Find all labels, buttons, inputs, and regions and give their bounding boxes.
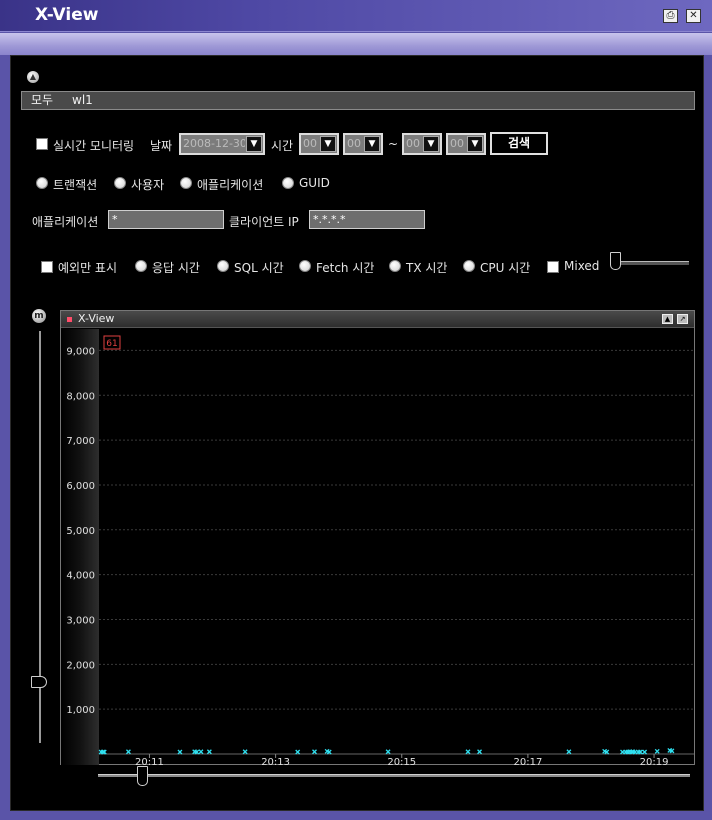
from-hour-value: 00 xyxy=(303,137,317,150)
client-ip-label: 클라이언트 IP xyxy=(229,215,299,229)
radio-cpu-time[interactable] xyxy=(463,260,475,272)
threshold-slider-handle[interactable] xyxy=(610,252,621,270)
radio-user[interactable] xyxy=(114,177,126,189)
m-button[interactable]: m xyxy=(32,309,46,323)
y-tick-label: 7,000 xyxy=(66,436,95,447)
x-tick-label: 20:19 xyxy=(640,757,669,765)
chart-panel: X-View ▲ ↗ 1,000 2,000 3,000 4,000 5,000 6,00… xyxy=(60,310,695,765)
time-slider-handle[interactable] xyxy=(137,766,148,786)
range-separator: ~ xyxy=(388,137,399,151)
header-band xyxy=(0,33,712,55)
y-tick-label: 6,000 xyxy=(66,481,95,492)
date-value: 2008-12-30 xyxy=(183,137,245,150)
data-point[interactable] xyxy=(295,749,301,755)
x-tick-label: 20:15 xyxy=(387,757,416,765)
radio-sql-time[interactable] xyxy=(217,260,229,272)
radio-fetch-time[interactable] xyxy=(299,260,311,272)
application-input[interactable]: * xyxy=(108,210,224,229)
data-point[interactable] xyxy=(312,749,317,755)
radio-sql-time-label: SQL 시간 xyxy=(234,261,284,275)
to-hour-value: 00 xyxy=(406,137,420,150)
data-point[interactable] xyxy=(477,749,483,755)
radio-user-label: 사용자 xyxy=(131,178,165,192)
y-tick-label: 8,000 xyxy=(66,391,95,402)
chart-header: X-View ▲ ↗ xyxy=(61,311,694,328)
radio-response-time[interactable] xyxy=(135,260,147,272)
data-point[interactable] xyxy=(654,748,660,754)
realtime-label: 실시간 모니터링 xyxy=(53,139,135,153)
chevron-down-icon[interactable]: ▼ xyxy=(467,136,483,152)
window-title: X-View xyxy=(35,5,99,25)
mixed-label: Mixed xyxy=(564,259,600,273)
from-minute-select[interactable]: 00 ▼ xyxy=(343,133,383,155)
y-tick-label: 9,000 xyxy=(66,346,95,357)
y-tick-label: 3,000 xyxy=(66,615,95,626)
application-label: 애플리케이션 xyxy=(32,215,99,229)
maximize-icon[interactable]: ▲ xyxy=(662,314,673,324)
data-point[interactable] xyxy=(465,749,471,755)
close-icon[interactable]: ✕ xyxy=(686,9,701,23)
date-picker[interactable]: 2008-12-30 ▼ xyxy=(179,133,265,155)
x-tick-label: 20:11 xyxy=(135,757,164,765)
popout-icon[interactable]: ↗ xyxy=(677,314,688,324)
radio-application[interactable] xyxy=(180,177,192,189)
exception-only-checkbox[interactable] xyxy=(41,261,53,273)
radio-fetch-time-label: Fetch 시간 xyxy=(316,261,375,275)
search-button[interactable]: 검색 xyxy=(490,132,548,155)
radio-tx-time-label: TX 시간 xyxy=(406,261,448,275)
chevron-down-icon[interactable]: ▼ xyxy=(320,136,336,152)
data-point[interactable] xyxy=(206,749,212,755)
radio-guid-label: GUID xyxy=(299,176,330,190)
scatter-chart: 1,000 2,000 3,000 4,000 5,000 6,000 7,000 8,000… xyxy=(66,335,694,765)
radio-guid[interactable] xyxy=(282,177,294,189)
data-point[interactable] xyxy=(642,749,648,755)
radio-response-time-label: 응답 시간 xyxy=(152,261,200,275)
title-bar: X-View ⎙ ✕ xyxy=(0,0,712,32)
server-label: wl1 xyxy=(72,93,93,107)
y-tick-label: 1,000 xyxy=(66,705,95,716)
realtime-checkbox[interactable] xyxy=(36,138,48,150)
chevron-down-icon[interactable]: ▼ xyxy=(246,136,262,152)
chevron-down-icon[interactable]: ▼ xyxy=(423,136,439,152)
chart-status-icon xyxy=(67,317,72,322)
scope-label: 모두 xyxy=(31,93,54,107)
exception-only-label: 예외만 표시 xyxy=(58,261,118,275)
data-point[interactable] xyxy=(198,749,204,755)
radio-application-label: 애플리케이션 xyxy=(197,178,264,192)
y-tick-label: 2,000 xyxy=(66,660,95,671)
to-hour-select[interactable]: 00 ▼ xyxy=(402,133,442,155)
y-tick-label: 4,000 xyxy=(66,571,95,582)
radio-tx-time[interactable] xyxy=(389,260,401,272)
y-tick-label: 5,000 xyxy=(66,526,95,537)
x-tick-label: 20:17 xyxy=(513,757,542,765)
mixed-checkbox[interactable] xyxy=(547,261,559,273)
radio-cpu-time-label: CPU 시간 xyxy=(480,261,531,275)
radio-transaction[interactable] xyxy=(36,177,48,189)
from-hour-select[interactable]: 00 ▼ xyxy=(299,133,339,155)
chart-title: X-View xyxy=(78,312,115,325)
time-slider-track[interactable] xyxy=(98,774,690,777)
vertical-slider-handle[interactable] xyxy=(31,676,47,688)
time-label: 시간 xyxy=(271,139,294,153)
main-panel: ▲ 모두 wl1 실시간 모니터링 날짜 2008-12-30 ▼ 시간 00 … xyxy=(10,55,704,811)
client-ip-input[interactable]: *.*.*.* xyxy=(309,210,425,229)
to-minute-value: 00 xyxy=(450,137,464,150)
data-point[interactable] xyxy=(385,749,391,755)
date-label: 날짜 xyxy=(150,139,173,153)
data-point[interactable] xyxy=(242,749,248,755)
collapse-toggle-icon[interactable]: ▲ xyxy=(27,71,39,83)
filter-summary-bar: 모두 wl1 xyxy=(21,91,695,110)
to-minute-select[interactable]: 00 ▼ xyxy=(446,133,486,155)
threshold-slider-track[interactable] xyxy=(621,261,689,265)
data-point[interactable] xyxy=(125,749,131,755)
count-badge: 61 xyxy=(106,339,117,349)
radio-transaction-label: 트랜잭션 xyxy=(53,178,98,192)
data-point[interactable] xyxy=(177,749,183,755)
printer-icon[interactable]: ⎙ xyxy=(663,9,678,23)
from-minute-value: 00 xyxy=(347,137,361,150)
x-tick-label: 20:13 xyxy=(261,757,290,765)
data-point[interactable] xyxy=(566,749,572,755)
chevron-down-icon[interactable]: ▼ xyxy=(364,136,380,152)
